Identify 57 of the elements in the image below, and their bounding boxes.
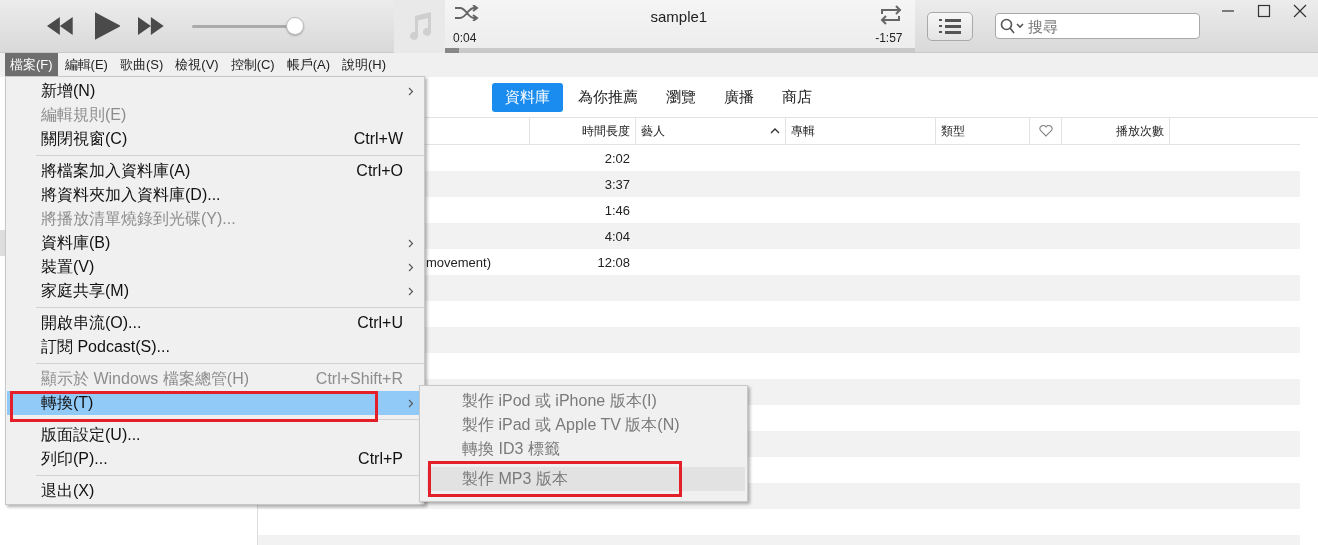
menu-bar-item[interactable]: 編輯(E) <box>59 53 113 77</box>
numbered-list-icon <box>938 18 961 34</box>
chevron-right-icon <box>408 87 414 96</box>
play-icon[interactable] <box>94 12 121 40</box>
menu-item[interactable]: 將檔案加入資料庫(A) Ctrl+O <box>7 159 423 183</box>
sort-ascending-icon[interactable] <box>770 128 780 134</box>
menu-item[interactable]: 列印(P)... Ctrl+P <box>7 447 423 471</box>
menu-item[interactable]: 關閉視窗(C) Ctrl+W <box>7 127 423 151</box>
tab[interactable]: 瀏覽 <box>653 82 709 112</box>
table-cell-text: 1:46 <box>603 202 631 218</box>
table-cell-text: 2:02 <box>603 150 631 166</box>
chevron-right-icon <box>408 287 414 296</box>
list-view-button[interactable] <box>926 11 973 41</box>
menu-item[interactable]: 退出(X) <box>7 479 423 503</box>
menu-bar-item[interactable]: 歌曲(S) <box>114 53 169 77</box>
remaining-time: -1:57 <box>875 30 903 45</box>
rewind-icon[interactable] <box>47 17 73 35</box>
search-icon[interactable] <box>1000 18 1024 34</box>
tab[interactable]: 商店 <box>769 82 825 112</box>
close-icon[interactable] <box>1293 4 1307 18</box>
elapsed-time: 0:04 <box>453 30 477 45</box>
menu-item[interactable]: 版面設定(U)... <box>7 423 423 447</box>
menu-bar-item[interactable]: 說明(H) <box>337 53 392 77</box>
menu-bar-item[interactable]: 控制(C) <box>225 53 280 77</box>
menu-item[interactable]: 資料庫(B) <box>7 231 423 255</box>
tab[interactable]: 廣播 <box>711 82 767 112</box>
table-cell-text: 4:04 <box>603 228 631 244</box>
menu-bar-item[interactable]: 帳戶(A) <box>281 53 336 77</box>
menu-item[interactable]: 裝置(V) <box>7 255 423 279</box>
chevron-right-icon <box>408 239 414 248</box>
table-cell-text: 3:37 <box>603 176 631 192</box>
menu-item[interactable]: 將資料夾加入資料庫(D)... <box>7 183 423 207</box>
column-header[interactable]: 藝人 <box>636 118 786 144</box>
repeat-icon[interactable] <box>878 4 903 25</box>
menu-item[interactable]: 訂閱 Podcast(S)... <box>7 335 423 359</box>
progress-bar[interactable] <box>445 47 915 53</box>
menu-bar-item[interactable]: 檔案(F) <box>5 53 58 77</box>
menu-item[interactable]: 家庭共享(M) <box>7 279 423 303</box>
table-cell-text: 12:08 <box>596 254 631 270</box>
table-cell: movement) <box>426 254 492 270</box>
tab[interactable]: 為你推薦 <box>565 82 651 112</box>
search-field[interactable]: 搜尋 <box>995 13 1200 39</box>
track-title: sample1 <box>650 6 708 25</box>
menu-item[interactable]: 開啟串流(O)... Ctrl+U <box>7 311 423 335</box>
column-header[interactable]: 播放次數 <box>1062 118 1170 144</box>
chevron-right-icon <box>408 263 414 272</box>
menu-bar-item[interactable]: 檢視(V) <box>170 53 224 77</box>
music-note-icon <box>407 12 432 40</box>
column-header[interactable]: 類型 <box>936 118 1030 144</box>
heart-icon[interactable] <box>1038 125 1053 137</box>
fast-forward-icon[interactable] <box>138 17 165 35</box>
menu-item[interactable]: 新增(N) <box>7 79 423 103</box>
shuffle-icon[interactable] <box>455 4 480 21</box>
column-header[interactable]: 專輯 <box>786 118 936 144</box>
chevron-right-icon <box>408 399 414 408</box>
maximize-icon[interactable] <box>1257 4 1271 18</box>
column-header[interactable]: 時間長度 <box>530 118 636 144</box>
